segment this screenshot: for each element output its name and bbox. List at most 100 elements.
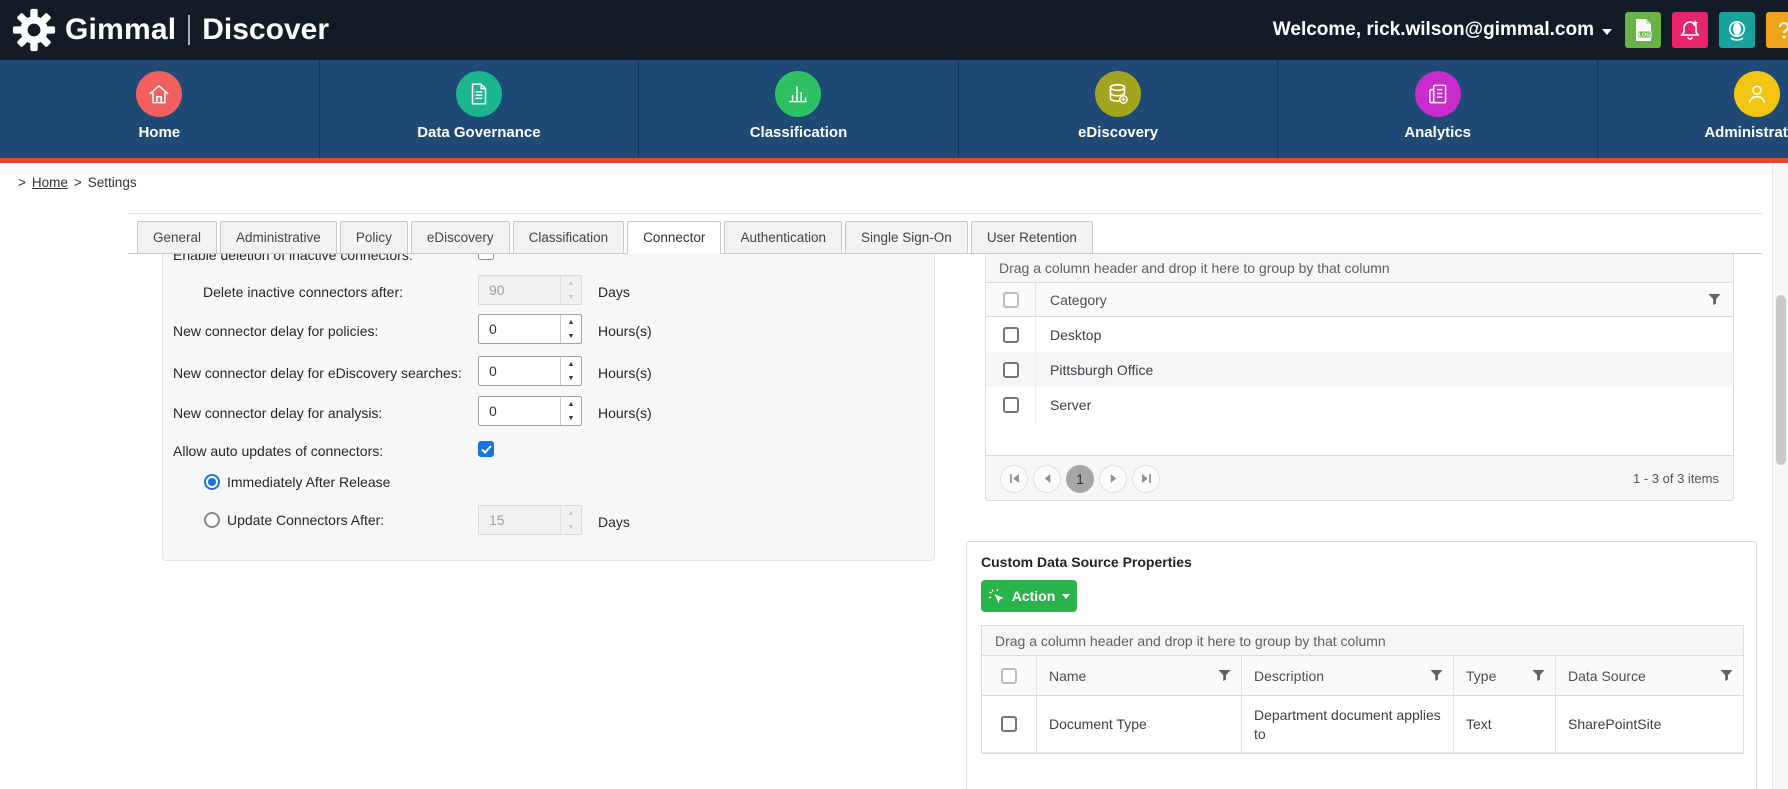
tab-connector[interactable]: Connector [627, 221, 721, 254]
help-icon[interactable] [1766, 12, 1788, 48]
spinner: ▲ ▼ [560, 315, 581, 343]
header-cell-data-source[interactable]: Data Source [1556, 656, 1743, 695]
vertical-scrollbar[interactable] [1772, 163, 1788, 789]
analysis-delay-label: New connector delay for analysis: [173, 405, 382, 421]
column-title: Type [1466, 668, 1496, 684]
analysis-delay-unit: Hours(s) [598, 405, 652, 421]
immediately-after-release-option[interactable]: Immediately After Release [204, 474, 390, 490]
policy-delay-input[interactable] [479, 315, 560, 343]
breadcrumb-current: Settings [88, 175, 137, 190]
first-page-button[interactable] [1000, 465, 1028, 493]
filter-icon[interactable] [1708, 293, 1721, 306]
svg-text:LOG: LOG [1639, 33, 1651, 39]
table-row[interactable]: Document Type Department document applie… [982, 696, 1743, 753]
tab-ediscovery[interactable]: eDiscovery [411, 221, 510, 254]
group-drop-zone[interactable]: Drag a column header and drop it here to… [982, 626, 1743, 656]
table-row[interactable]: Desktop [986, 317, 1733, 352]
header-cell-description[interactable]: Description [1242, 656, 1454, 695]
spinner: ▲ ▼ [560, 357, 581, 385]
category-cell: Pittsburgh Office [1036, 362, 1733, 378]
update-after-input [479, 506, 560, 534]
page-1-button[interactable]: 1 [1066, 465, 1094, 493]
document-icon [456, 71, 502, 117]
custom-data-source-properties-card: Custom Data Source Properties Action Dra… [966, 541, 1757, 789]
alerts-bell-icon[interactable] [1672, 12, 1708, 48]
row-checkbox[interactable] [1003, 397, 1019, 413]
header-cell-type[interactable]: Type [1454, 656, 1556, 695]
spinner-down-button[interactable]: ▼ [561, 371, 581, 385]
auto-updates-label: Allow auto updates of connectors: [173, 443, 383, 459]
row-checkbox[interactable] [1003, 362, 1019, 378]
auto-updates-checkbox[interactable] [478, 441, 494, 457]
nav-item-home[interactable]: Home [0, 60, 320, 158]
select-all-checkbox[interactable] [1001, 668, 1017, 684]
header-cell-name[interactable]: Name [1037, 656, 1242, 695]
properties-grid-header: Name Description Type [982, 656, 1743, 696]
tab-policy[interactable]: Policy [340, 221, 408, 254]
filter-icon[interactable] [1720, 669, 1733, 682]
settings-panel: General Administrative Policy eDiscovery… [128, 213, 1762, 789]
ediscovery-delay-input[interactable] [479, 357, 560, 385]
spinner-up-button[interactable]: ▲ [561, 397, 581, 411]
last-page-button[interactable] [1132, 465, 1160, 493]
spinner-up-button[interactable]: ▲ [561, 315, 581, 329]
next-page-button[interactable] [1099, 465, 1127, 493]
brand-product: Discover [202, 13, 329, 47]
report-icon [1415, 71, 1461, 117]
tab-user-retention[interactable]: User Retention [971, 221, 1093, 254]
delete-after-label: Delete inactive connectors after: [203, 284, 403, 300]
analysis-delay-input[interactable] [479, 397, 560, 425]
header-cell-select [982, 656, 1037, 695]
nav-label: eDiscovery [1078, 124, 1158, 141]
spinner-up-button: ▲ [561, 276, 581, 290]
group-drop-zone[interactable]: Drag a column header and drop it here to… [986, 254, 1733, 283]
nav-item-analytics[interactable]: Analytics [1278, 60, 1598, 158]
column-title: Category [1050, 292, 1107, 308]
log-report-icon[interactable]: LOG [1625, 12, 1661, 48]
category-cell: Server [1036, 397, 1733, 413]
spinner-up-button[interactable]: ▲ [561, 357, 581, 371]
brand-separator [188, 15, 190, 45]
nav-item-classification[interactable]: Classification [639, 60, 959, 158]
category-grid: Drag a column header and drop it here to… [985, 254, 1734, 501]
spinner-down-button[interactable]: ▼ [561, 411, 581, 425]
row-cell-select [986, 317, 1036, 352]
nav-label: Data Governance [417, 124, 540, 141]
table-row[interactable]: Server [986, 387, 1733, 422]
nav-item-data-governance[interactable]: Data Governance [320, 60, 640, 158]
filter-icon[interactable] [1532, 669, 1545, 682]
filter-icon[interactable] [1218, 669, 1231, 682]
support-headset-icon[interactable] [1719, 12, 1755, 48]
user-menu[interactable]: Welcome, rick.wilson@gimmal.com [1273, 0, 1612, 60]
settings-tabstrip: General Administrative Policy eDiscovery… [128, 213, 1762, 254]
radio-unselected-icon[interactable] [204, 512, 220, 528]
scrollbar-thumb[interactable] [1776, 295, 1786, 465]
previous-page-button[interactable] [1033, 465, 1061, 493]
tab-classification[interactable]: Classification [513, 221, 625, 254]
tab-administrative[interactable]: Administrative [220, 221, 337, 254]
radio-selected-icon[interactable] [204, 474, 220, 490]
action-button[interactable]: Action [981, 580, 1077, 612]
ediscovery-delay-unit: Hours(s) [598, 365, 652, 381]
policy-delay-label: New connector delay for policies: [173, 323, 378, 339]
filter-icon[interactable] [1430, 669, 1443, 682]
breadcrumb: > Home > Settings [18, 175, 137, 190]
pager-summary: 1 - 3 of 3 items [1633, 471, 1719, 486]
module-nav: Home Data Governance Classification [0, 60, 1788, 163]
update-connectors-after-option[interactable]: Update Connectors After: [204, 512, 384, 528]
breadcrumb-home-link[interactable]: Home [32, 175, 68, 190]
nav-item-administration[interactable]: Administration [1598, 60, 1788, 158]
select-all-checkbox[interactable] [1003, 292, 1019, 308]
row-checkbox[interactable] [1003, 327, 1019, 343]
table-row[interactable]: Pittsburgh Office [986, 352, 1733, 387]
tab-general[interactable]: General [137, 221, 217, 254]
header-cell-category[interactable]: Category [1036, 283, 1733, 316]
brand-name: Gimmal [65, 13, 176, 47]
nav-item-ediscovery[interactable]: eDiscovery [959, 60, 1279, 158]
analysis-delay-input-group: ▲ ▼ [478, 396, 582, 426]
tab-authentication[interactable]: Authentication [724, 221, 842, 254]
tab-single-sign-on[interactable]: Single Sign-On [845, 221, 968, 254]
row-checkbox[interactable] [1001, 716, 1017, 732]
spinner: ▲ ▼ [560, 506, 581, 534]
spinner-down-button[interactable]: ▼ [561, 329, 581, 343]
